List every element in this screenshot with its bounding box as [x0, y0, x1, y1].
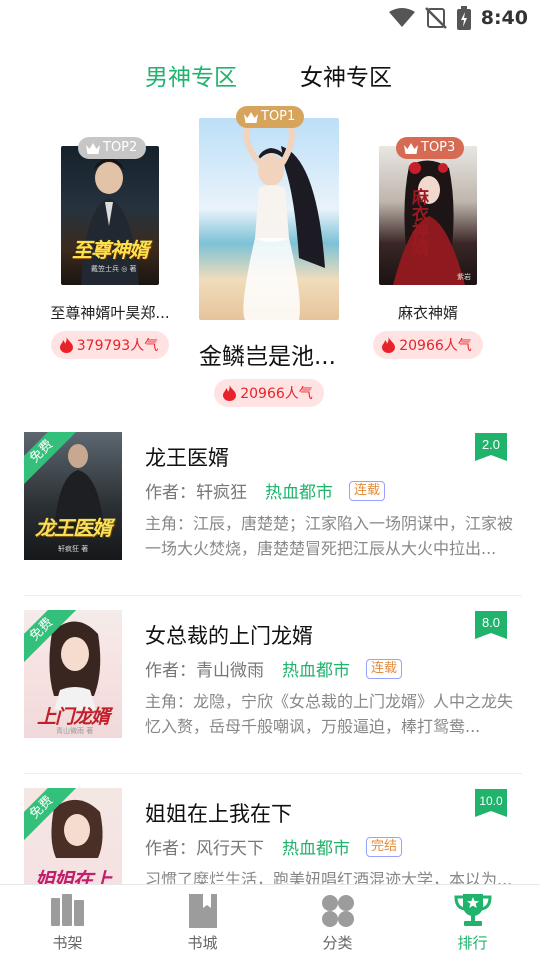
list-item[interactable]: 上门龙婿 青山微雨 著 免费 女总裁的上门龙婿 作者：青山微雨 热血都市 连载 … [24, 596, 522, 774]
top2-cover-author: 戴笠士兵 ◎ 著 [91, 265, 137, 273]
nav-label: 分类 [322, 934, 353, 952]
top3-card[interactable]: 麻衣神婿 紫岩 TOP3 麻衣神婿 20966人气 [368, 137, 488, 359]
tab-male[interactable]: 男神专区 [145, 58, 237, 92]
top3-cover[interactable]: 麻衣神婿 紫岩 [379, 146, 477, 285]
category-tabs: 男神专区 女神专区 [0, 58, 540, 98]
book-author: 作者：轩疯狂 [145, 483, 247, 503]
score-badge: 2.0 [475, 433, 507, 461]
cover-title: 龙王医婿 [35, 516, 112, 540]
status-tag: 连载 [366, 658, 403, 679]
top2-cover[interactable]: 至尊神婿 戴笠士兵 ◎ 著 [61, 146, 159, 285]
book-list: 龙王医婿 轩疯狂 著 免费 龙王医婿 作者：轩疯狂 热血都市 连载 主角：江辰，… [24, 418, 522, 952]
book-meta: 作者：轩疯狂 热血都市 连载 [145, 478, 386, 503]
nav-bookstore[interactable]: 书城 [135, 885, 270, 960]
rank-label: TOP3 [421, 140, 456, 155]
book-title[interactable]: 龙王医婿 [145, 442, 229, 472]
bottom-nav: 书架 书城 分类 排行 [0, 884, 540, 960]
nav-label: 书架 [52, 934, 83, 952]
cover-author: 轩疯狂 著 [58, 545, 89, 553]
nav-label: 书城 [187, 934, 218, 952]
cover-figure [243, 119, 325, 320]
book-author: 作者：青山微雨 [145, 661, 264, 681]
top2-title[interactable]: 至尊神婿叶昊郑... [50, 302, 170, 323]
popularity-value: 379793人气 [76, 338, 159, 354]
top3-title[interactable]: 麻衣神婿 [368, 302, 488, 323]
crown-icon [404, 142, 418, 154]
tab-female[interactable]: 女神专区 [300, 58, 392, 92]
top3-popularity: 20966人气 [373, 331, 483, 359]
status-tag: 连载 [349, 480, 386, 501]
book-meta: 作者：风行天下 热血都市 完结 [145, 834, 403, 859]
score-badge: 10.0 [475, 789, 507, 817]
top3-cover-author: 紫岩 [457, 273, 471, 281]
crown-icon [244, 111, 258, 123]
crown-icon [86, 142, 100, 154]
nav-ranking[interactable]: 排行 [405, 885, 540, 960]
no-signal-icon [424, 7, 447, 29]
rank-badge-top2: TOP2 [78, 137, 147, 159]
nav-label: 排行 [457, 934, 488, 952]
wifi-icon [388, 8, 415, 27]
book-genre[interactable]: 热血都市 [282, 656, 350, 681]
nav-bookshelf[interactable]: 书架 [0, 885, 135, 960]
top2-card[interactable]: 至尊神婿 戴笠士兵 ◎ 著 TOP2 至尊神婿叶昊郑... 379793人气 [50, 137, 170, 359]
battery-icon [456, 6, 471, 30]
book-title[interactable]: 姐姐在上我在下 [145, 798, 292, 828]
score-value: 10.0 [479, 794, 503, 808]
cover-author: 青山微雨 著 [56, 727, 94, 735]
clock: 8:40 [480, 7, 528, 29]
book-genre[interactable]: 热血都市 [282, 834, 350, 859]
score-value: 8.0 [482, 615, 500, 630]
top1-popularity: 20966人气 [214, 379, 324, 407]
bookstore-icon [188, 894, 217, 928]
top2-popularity: 379793人气 [50, 331, 170, 359]
rank-badge-top3: TOP3 [396, 137, 465, 159]
bookshelf-icon [50, 894, 84, 926]
rank-badge-top1: TOP1 [236, 106, 305, 128]
trophy-icon [453, 894, 492, 926]
top2-cover-title: 至尊神婿 [72, 238, 149, 262]
rank-label: TOP2 [103, 140, 138, 155]
status-bar: 8:40 [0, 0, 540, 38]
top1-title[interactable]: 金鳞岂是池... [196, 337, 342, 371]
rank-label: TOP1 [261, 109, 296, 124]
top1-cover[interactable] [199, 118, 339, 320]
category-icon [321, 895, 354, 927]
status-tag: 完结 [366, 836, 403, 857]
flame-icon [382, 337, 396, 353]
book-cover[interactable]: 上门龙婿 青山微雨 著 免费 [24, 610, 122, 738]
flame-icon [59, 337, 73, 353]
nav-category[interactable]: 分类 [270, 885, 405, 960]
book-title[interactable]: 女总裁的上门龙婿 [145, 620, 313, 650]
book-genre[interactable]: 热血都市 [265, 478, 333, 503]
book-description: 主角：龙隐，宁欣《女总裁的上门龙婿》人中之龙失忆入赘，岳母千般嘲讽，万般逼迫，棒… [145, 692, 514, 736]
cover-title: 上门龙婿 [36, 706, 110, 728]
top3-cover-title: 麻衣神婿 [408, 188, 428, 256]
cover-figure [393, 160, 465, 285]
popularity-value: 20966人气 [240, 386, 313, 402]
flame-icon [223, 385, 237, 401]
popularity-value: 20966人气 [399, 338, 472, 354]
book-cover[interactable]: 龙王医婿 轩疯狂 著 免费 [24, 432, 122, 560]
top1-card[interactable]: TOP1 金鳞岂是池... 20966人气 [196, 106, 342, 407]
book-description: 主角：江辰，唐楚楚；江家陷入一场阴谋中，江家被一场大火焚烧，唐楚楚冒死把江辰从大… [145, 514, 514, 558]
list-item[interactable]: 龙王医婿 轩疯狂 著 免费 龙王医婿 作者：轩疯狂 热血都市 连载 主角：江辰，… [24, 418, 522, 596]
score-value: 2.0 [482, 437, 500, 452]
score-badge: 8.0 [475, 611, 507, 639]
top-ranking: 至尊神婿 戴笠士兵 ◎ 著 TOP2 至尊神婿叶昊郑... 379793人气 T… [0, 106, 540, 418]
book-meta: 作者：青山微雨 热血都市 连载 [145, 656, 403, 681]
status-icons: 8:40 [388, 6, 528, 30]
book-author: 作者：风行天下 [145, 839, 264, 859]
